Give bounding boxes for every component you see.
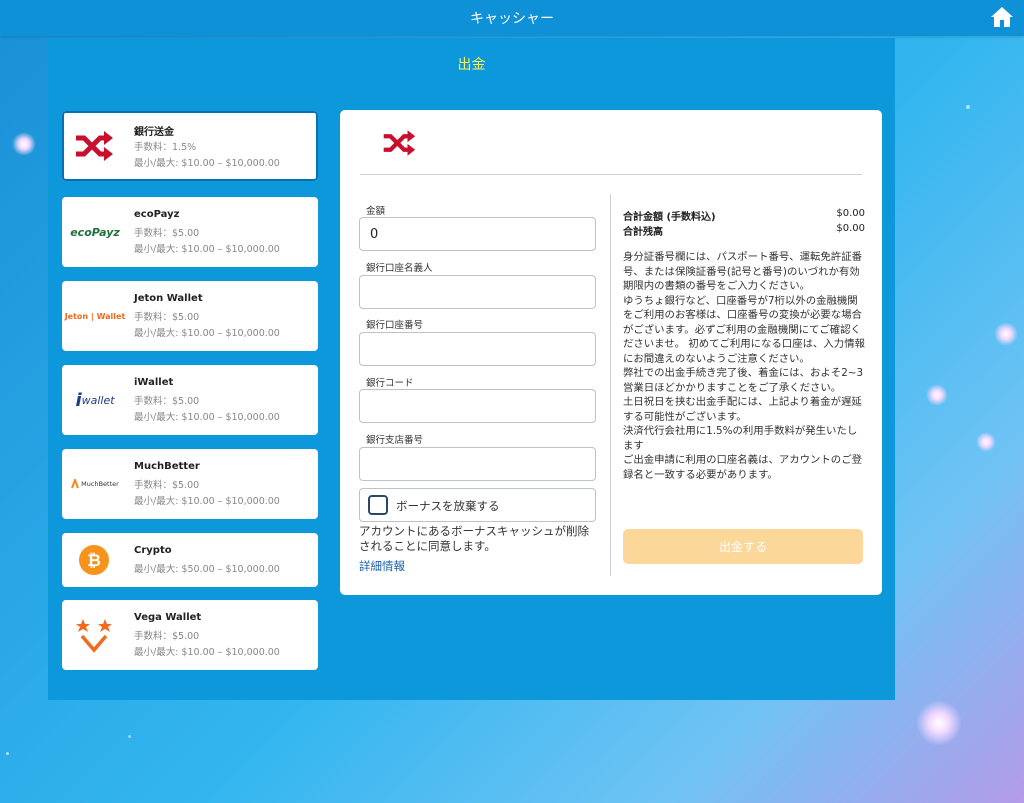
withdrawal-info-text: 身分証番号欄には、パスポート番号、運転免許証番号、または保険証番号(記号と番号)… <box>623 250 865 482</box>
total-amount-row: 合計金額 (手数料込) $0.00 <box>623 208 865 223</box>
bank-transfer-icon <box>68 125 120 167</box>
background-sparkle <box>994 322 1018 346</box>
method-name: Crypto <box>134 545 172 556</box>
background-sparkle <box>12 132 36 156</box>
svg-text:₿: ₿ <box>87 551 101 571</box>
method-fee: 手数料：$5.00 <box>134 480 200 491</box>
info-paragraph: ゆうちょ銀行など、口座番号が7桁以外の金融機関をご利用のお客様は、口座番号の変換… <box>623 294 865 365</box>
method-iwallet[interactable]: i wallet iWallet 手数料：$5.00 最小/最大: $10.00… <box>62 365 318 435</box>
bonus-consent-text: アカウントにあるボーナスキャッシュが削除されることに同意します。 <box>359 524 589 553</box>
jeton-wallet-logo: Jeton | Wallet <box>65 295 126 337</box>
method-limits: 最小/最大: $10.00 – $10,000.00 <box>134 647 280 658</box>
details-link[interactable]: 詳細情報 <box>359 558 405 574</box>
method-name: ecoPayz <box>134 209 180 220</box>
muchbetter-logo-text: MuchBetter <box>81 480 119 488</box>
jeton-logo-text: Jeton | Wallet <box>64 311 126 321</box>
account-number-input[interactable] <box>359 332 596 366</box>
method-jeton-wallet[interactable]: Jeton | Wallet Jeton Wallet 手数料：$5.00 最小… <box>62 281 318 351</box>
info-paragraph: ご出金申請に利用の口座名義は、アカウントのご登録名と一致する必要があります。 <box>623 454 862 481</box>
info-paragraph: 身分証番号欄には、パスポート番号、運転免許証番号、または保険証番号(記号と番号)… <box>623 251 862 292</box>
top-bar: キャッシャー <box>0 0 1024 36</box>
checkbox-box[interactable] <box>368 495 388 515</box>
home-icon[interactable] <box>990 6 1014 28</box>
iwallet-logo-text: wallet <box>81 393 115 407</box>
info-paragraph: 決済代行会社用に1.5%の利用手数料が発生いたします <box>623 425 858 452</box>
total-balance-value: $0.00 <box>836 223 865 234</box>
bank-code-input[interactable] <box>359 389 596 423</box>
background-sparkle <box>976 432 996 452</box>
method-limits: 最小/最大: $10.00 – $10,000.00 <box>134 496 280 507</box>
account-number-label: 銀行口座番号 <box>366 320 424 331</box>
method-name: iWallet <box>134 377 174 388</box>
branch-number-input[interactable] <box>359 447 596 481</box>
method-fee: 手数料：$5.00 <box>134 228 200 239</box>
method-limits: 最小/最大: $10.00 – $10,000.00 <box>134 328 280 339</box>
vega-wallet-logo <box>68 614 120 656</box>
method-fee: 手数料：$5.00 <box>134 396 200 407</box>
total-balance-label: 合計残高 <box>623 227 663 238</box>
ecopayz-logo-text: ecoPayz <box>70 225 120 239</box>
bonus-forfeit-label: ボーナスを放棄する <box>396 499 500 513</box>
background-sparkle <box>926 384 948 406</box>
method-fee: 手数料：1.5% <box>134 142 197 153</box>
method-name: MuchBetter <box>134 461 200 472</box>
ecopayz-logo: ecoPayz <box>68 211 122 253</box>
method-limits: 最小/最大: $50.00 – $10,000.00 <box>134 564 280 575</box>
withdraw-button[interactable]: 出金する <box>623 529 863 564</box>
method-bank-transfer[interactable]: 銀行送金 手数料：1.5% 最小/最大: $10.00 – $10,000.00 <box>62 111 318 181</box>
branch-number-label: 銀行支店番号 <box>366 435 424 446</box>
total-balance-row: 合計残高 $0.00 <box>623 223 865 238</box>
muchbetter-logo: MuchBetter <box>68 463 122 505</box>
account-holder-label: 銀行口座名義人 <box>366 263 433 274</box>
method-limits: 最小/最大: $10.00 – $10,000.00 <box>134 158 280 169</box>
total-amount-label: 合計金額 (手数料込) <box>623 212 716 223</box>
withdrawal-form-card: 金額 銀行口座名義人 銀行口座番号 銀行コード 銀行支店番号 ボーナスを放棄する… <box>340 110 882 595</box>
method-muchbetter[interactable]: MuchBetter MuchBetter 手数料：$5.00 最小/最大: $… <box>62 449 318 519</box>
info-paragraph: 弊社での出金手続き完了後、着金には、およそ2~3営業日ほどかかりますことをご了承… <box>623 367 864 394</box>
info-paragraph: 土日祝日を挟む出金手配には、上記より着金が遅延する可能性がございます。 <box>623 396 862 423</box>
divider <box>360 174 862 175</box>
method-name: Vega Wallet <box>134 612 202 623</box>
method-limits: 最小/最大: $10.00 – $10,000.00 <box>134 412 280 423</box>
amount-label: 金額 <box>366 206 386 217</box>
method-limits: 最小/最大: $10.00 – $10,000.00 <box>134 244 280 255</box>
iwallet-logo: i wallet <box>75 389 115 411</box>
background-dot <box>6 752 9 755</box>
method-fee: 手数料：$5.00 <box>134 312 200 323</box>
method-vega-wallet[interactable]: Vega Wallet 手数料：$5.00 最小/最大: $10.00 – $1… <box>62 600 318 670</box>
cashier-panel: 出金 銀行送金 手数料：1.5% 最小/最大: $10.00 – $10,000… <box>48 38 895 700</box>
total-amount-value: $0.00 <box>836 208 865 219</box>
bank-transfer-icon <box>383 130 416 156</box>
bank-code-label: 銀行コード <box>366 378 414 389</box>
page-title: 出金 <box>457 57 486 73</box>
background-dot <box>966 105 970 109</box>
column-divider <box>610 194 611 576</box>
background-dot <box>128 735 131 738</box>
bonus-forfeit-checkbox[interactable]: ボーナスを放棄する <box>359 488 596 522</box>
account-holder-input[interactable] <box>359 275 596 309</box>
bitcoin-icon: ₿ <box>68 539 120 581</box>
background-sparkle <box>916 700 962 746</box>
app-title: キャッシャー <box>470 11 554 27</box>
method-fee: 手数料：$5.00 <box>134 631 200 642</box>
method-name: 銀行送金 <box>134 127 174 138</box>
method-ecopayz[interactable]: ecoPayz ecoPayz 手数料：$5.00 最小/最大: $10.00 … <box>62 197 318 267</box>
method-crypto[interactable]: ₿ Crypto 最小/最大: $50.00 – $10,000.00 <box>62 533 318 587</box>
method-name: Jeton Wallet <box>134 293 203 304</box>
amount-input[interactable] <box>359 217 596 251</box>
